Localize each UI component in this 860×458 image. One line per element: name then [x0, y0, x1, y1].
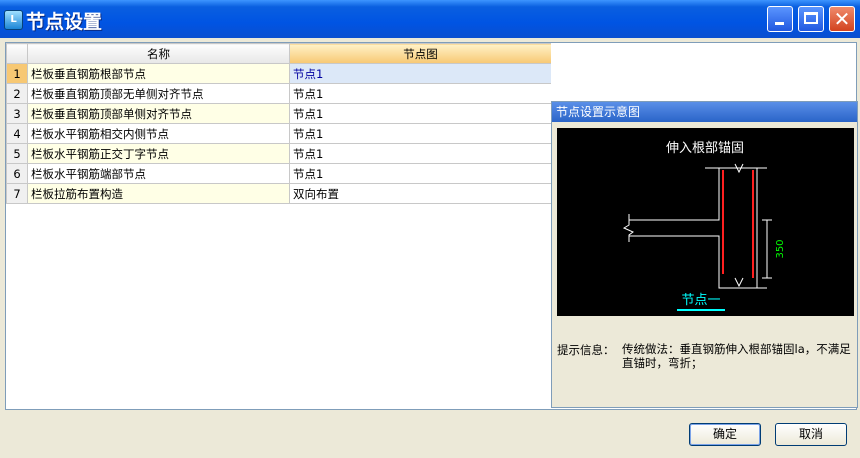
table-row[interactable]: 7 栏板拉筋布置构造 双向布置 [6, 183, 552, 204]
title-bar[interactable]: L 节点设置 ✕ [0, 0, 860, 38]
table-row[interactable]: 1 栏板垂直钢筋根部节点 节点1 [6, 63, 552, 84]
dialog-window: L 节点设置 ✕ 名称 节点图 1 栏板垂直钢筋根部节点 节点1 2 栏板垂直钢筋顶部无… [0, 0, 860, 458]
diagram-title: 伸入根部锚固 [666, 141, 744, 156]
rebar-lines [722, 170, 754, 278]
dimension-lines [762, 219, 772, 279]
node-settings-table: 名称 节点图 1 栏板垂直钢筋根部节点 节点1 2 栏板垂直钢筋顶部无单侧对齐节点 节点1… [6, 43, 552, 204]
table-row[interactable]: 5 栏板水平钢筋正交丁字节点 节点1 [6, 143, 552, 164]
window-title: 节点设置 [26, 11, 103, 33]
row-name-cell[interactable]: 栏板垂直钢筋顶部单侧对齐节点 [27, 103, 290, 124]
row-value-cell[interactable]: 节点1 [289, 103, 552, 124]
close-button[interactable]: ✕ [829, 6, 855, 32]
row-number[interactable]: 3 [6, 103, 28, 124]
maximize-icon [804, 12, 818, 24]
row-name-cell[interactable]: 栏板拉筋布置构造 [27, 183, 290, 204]
row-number-header [6, 43, 28, 64]
row-number[interactable]: 5 [6, 143, 28, 164]
node-diagram: 伸入根部锚固 350 节点一 [622, 141, 786, 311]
row-number[interactable]: 7 [6, 183, 28, 204]
column-header-node-diagram[interactable]: 节点图 [289, 43, 552, 64]
row-number[interactable]: 2 [6, 83, 28, 104]
minimize-icon [775, 22, 784, 25]
maximize-button[interactable] [798, 6, 824, 32]
cancel-button[interactable]: 取消 [775, 423, 847, 446]
row-name-cell[interactable]: 栏板水平钢筋正交丁字节点 [27, 143, 290, 164]
preview-panel: 节点设置示意图 伸入根部锚固 350 节点一 提示信息： 传统做法：垂直钢筋伸入… [551, 101, 858, 408]
app-icon: L [4, 10, 23, 30]
concrete-outline [622, 163, 767, 289]
table-row[interactable]: 3 栏板垂直钢筋顶部单侧对齐节点 节点1 [6, 103, 552, 124]
row-value-cell[interactable]: 节点1 [289, 83, 552, 104]
row-value-cell[interactable]: 双向布置 [289, 183, 552, 204]
ok-button[interactable]: 确定 [689, 423, 761, 446]
close-icon: ✕ [833, 7, 851, 31]
row-number[interactable]: 1 [6, 63, 28, 84]
node-label: 节点一 [681, 293, 720, 308]
blank-area [551, 43, 856, 101]
row-number[interactable]: 4 [6, 123, 28, 144]
hint-text: 传统做法：垂直钢筋伸入根部锚固la，不满足直锚时，弯折； [622, 342, 851, 370]
row-value-cell[interactable]: 节点1 [289, 63, 552, 84]
table-row[interactable]: 2 栏板垂直钢筋顶部无单侧对齐节点 节点1 [6, 83, 552, 104]
table-row[interactable]: 6 栏板水平钢筋端部节点 节点1 [6, 163, 552, 184]
node-diagram-canvas: 伸入根部锚固 350 节点一 [557, 128, 854, 316]
row-name-cell[interactable]: 栏板水平钢筋端部节点 [27, 163, 290, 184]
dimension-label: 350 [775, 239, 786, 258]
column-header-name[interactable]: 名称 [27, 43, 290, 64]
row-value-cell[interactable]: 节点1 [289, 163, 552, 184]
row-value-cell[interactable]: 节点1 [289, 143, 552, 164]
minimize-button[interactable] [767, 6, 793, 32]
row-number[interactable]: 6 [6, 163, 28, 184]
table-row[interactable]: 4 栏板水平钢筋相交内侧节点 节点1 [6, 123, 552, 144]
row-name-cell[interactable]: 栏板水平钢筋相交内侧节点 [27, 123, 290, 144]
row-name-cell[interactable]: 栏板垂直钢筋顶部无单侧对齐节点 [27, 83, 290, 104]
hint-label: 提示信息： [557, 343, 615, 357]
table-header-row: 名称 节点图 [6, 43, 552, 64]
row-name-cell[interactable]: 栏板垂直钢筋根部节点 [27, 63, 290, 84]
row-value-cell[interactable]: 节点1 [289, 123, 552, 144]
preview-header: 节点设置示意图 [552, 102, 857, 122]
